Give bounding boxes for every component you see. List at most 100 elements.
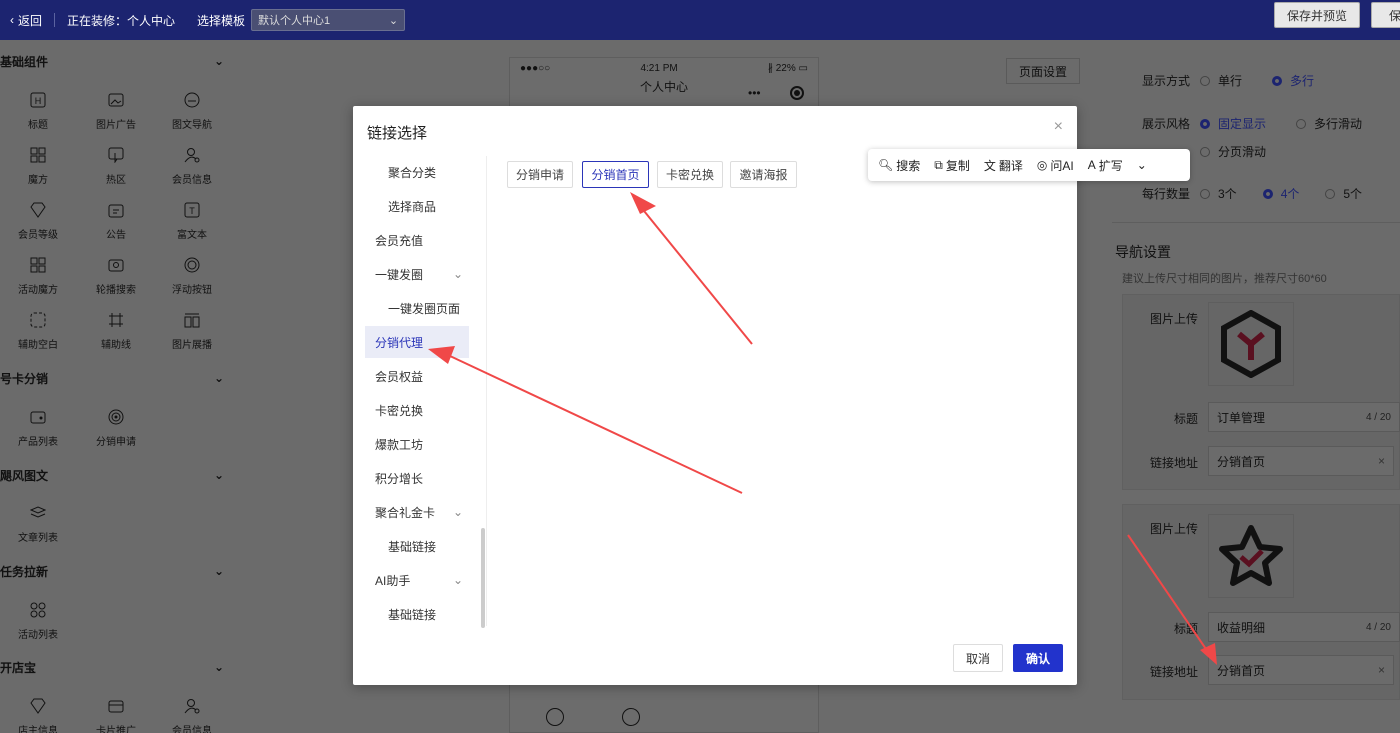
component-shopkeeper-info[interactable]: 店主信息 <box>8 696 68 733</box>
per-row-5-radio[interactable] <box>1325 188 1336 199</box>
display-style-multi-slide-radio[interactable] <box>1296 118 1307 129</box>
link-category-item[interactable]: 选择商品 <box>365 190 469 222</box>
link-category-item[interactable]: 一键发圈页面 <box>365 292 469 324</box>
section-task-growth[interactable]: 任务拉新 ⌄ <box>0 561 238 581</box>
confirm-button[interactable]: 确认 <box>1013 644 1063 672</box>
dialog-title: 链接选择 <box>367 125 428 142</box>
clear-icon[interactable]: × <box>1378 663 1385 677</box>
display-style-page-slide-radio[interactable] <box>1200 146 1210 157</box>
component-image-ad[interactable]: 图片广告 <box>86 90 146 140</box>
link-category-item[interactable]: 积分增长 <box>365 462 469 494</box>
link-input[interactable]: 分销首页 × <box>1208 446 1394 476</box>
component-member-level[interactable]: 会员等级 <box>8 200 68 250</box>
showcase-icon <box>182 310 202 330</box>
tag-distribution-home[interactable]: 分销首页 <box>582 161 649 188</box>
section-basic-components[interactable]: 基础组件 ⌄ <box>0 51 238 71</box>
more-dots-icon[interactable]: ••• <box>748 86 761 100</box>
per-row-4-radio[interactable] <box>1262 188 1273 199</box>
chevron-down-icon: ⌄ <box>452 267 463 281</box>
tag-invite-poster[interactable]: 邀请海报 <box>730 161 797 188</box>
back-button[interactable]: ‹ 返回 <box>10 12 42 29</box>
layers-icon <box>28 503 48 523</box>
title-input[interactable]: 收益明细 4 / 20 <box>1208 612 1400 642</box>
link-category-item[interactable]: 分销代理 <box>365 326 469 358</box>
translate-icon: 文 <box>983 158 996 173</box>
phone-page-title: 个人中心 <box>639 80 688 94</box>
component-member-info-2[interactable]: 会员信息 <box>162 696 222 733</box>
grid-icon <box>28 145 48 165</box>
link-select-dialog: 链接选择 × 聚合分类 选择商品 会员充值 一键发圈 ⌄ 一键发圈页面 分销代理 会员权益 卡密… <box>353 106 1077 685</box>
display-style-fixed-radio[interactable] <box>1200 118 1210 129</box>
component-card-promotion[interactable]: 卡片推广 <box>86 696 146 733</box>
display-mode-single-radio[interactable] <box>1200 75 1210 86</box>
link-category-item[interactable]: AI助手 ⌄ <box>365 564 469 596</box>
section-hurricane-articles[interactable]: 飓风图文 ⌄ <box>0 465 238 485</box>
component-hotspot[interactable]: 热区 <box>86 145 146 195</box>
component-image-showcase[interactable]: 图片展播 <box>162 310 222 360</box>
section-card-distribution[interactable]: 号卡分销 ⌄ <box>0 368 238 388</box>
component-guide-line[interactable]: 辅助线 <box>86 310 146 360</box>
card-icon <box>106 696 126 716</box>
record-icon[interactable] <box>790 86 804 100</box>
save-button[interactable]: 保存 <box>1371 2 1400 28</box>
toolbar-more-dropdown[interactable]: ⌄ <box>1137 158 1147 172</box>
component-notice[interactable]: 公告 <box>86 200 146 250</box>
component-blank[interactable]: 辅助空白 <box>8 310 68 360</box>
component-activity-cube[interactable]: 活动魔方 <box>8 255 68 305</box>
link-category-item[interactable]: 一键发圈 ⌄ <box>365 258 469 290</box>
tag-card-redeem[interactable]: 卡密兑换 <box>657 161 723 188</box>
link-category-item[interactable]: 会员权益 <box>365 360 469 392</box>
section-shop-treasure[interactable]: 开店宝 ⌄ <box>0 657 238 677</box>
link-category-item[interactable]: 爆款工坊 <box>365 428 469 460</box>
phone-status-bar: ●●●○○ 4:21 PM ∦ 22% ▭ <box>510 58 818 78</box>
chevron-down-icon: ⌄ <box>452 505 463 519</box>
link-category-item[interactable]: 会员充值 <box>365 224 469 256</box>
phone-battery: ∦ 22% ▭ <box>767 62 808 74</box>
nav-settings-title: 导航设置 <box>1115 244 1171 260</box>
component-rich-text[interactable]: T 富文本 <box>162 200 222 250</box>
svg-text:T: T <box>189 206 195 216</box>
component-carousel-search[interactable]: 轮播搜索 <box>86 255 146 305</box>
toolbar-expand-button[interactable]: A 扩写 <box>1088 157 1123 174</box>
uploaded-image-order[interactable] <box>1208 302 1294 386</box>
link-category-item[interactable]: 卡密兑换 <box>365 394 469 426</box>
link-category-item[interactable]: 聚合分类 <box>365 156 469 188</box>
blank-icon <box>28 310 48 330</box>
component-activity-list[interactable]: 活动列表 <box>8 600 68 650</box>
toolbar-translate-button[interactable]: 文翻译 <box>984 157 1023 174</box>
close-icon[interactable]: × <box>1054 118 1063 136</box>
svg-text:H: H <box>35 96 42 106</box>
image-upload-label: 图片上传 <box>1150 522 1199 536</box>
clear-icon[interactable]: × <box>1378 454 1385 468</box>
battery-icon: ▭ <box>795 62 808 74</box>
link-label: 链接地址 <box>1150 456 1199 470</box>
component-float-button[interactable]: 浮动按钮 <box>162 255 222 305</box>
template-select[interactable]: 默认个人中心1 ⌄ <box>251 9 406 31</box>
hotspot-icon <box>106 145 126 165</box>
component-title[interactable]: H 标题 <box>8 90 68 140</box>
page-settings-button[interactable]: 页面设置 <box>1006 58 1080 84</box>
tag-distribution-apply[interactable]: 分销申请 <box>507 161 573 188</box>
per-row-3-radio[interactable] <box>1200 188 1210 199</box>
toolbar-copy-button[interactable]: ⧉ 复制 <box>934 157 970 174</box>
toolbar-search-button[interactable]: 🔍︎ 搜索 <box>878 157 920 174</box>
title-input[interactable]: 订单管理 4 / 20 <box>1208 402 1400 432</box>
component-distribution-apply[interactable]: 分销申请 <box>86 407 146 457</box>
cancel-button[interactable]: 取消 <box>953 644 1003 672</box>
toolbar-ask-ai-button[interactable]: ◎ 问AI <box>1037 157 1074 174</box>
component-member-info[interactable]: 会员信息 <box>162 145 222 195</box>
link-category-item[interactable]: 基础链接 <box>365 598 469 630</box>
component-image-nav[interactable]: 图文导航 <box>162 90 222 140</box>
component-product-list[interactable]: 产品列表 <box>8 407 68 457</box>
link-input[interactable]: 分销首页 × <box>1208 655 1394 685</box>
uploaded-image-earnings[interactable] <box>1208 514 1294 598</box>
category-scrollbar[interactable] <box>481 528 485 628</box>
save-preview-button[interactable]: 保存并预览 <box>1274 2 1360 28</box>
component-cube[interactable]: 魔方 <box>8 145 68 195</box>
display-mode-multi-radio[interactable] <box>1272 75 1283 86</box>
link-category-item[interactable]: 基础链接 <box>365 530 469 562</box>
user-icon <box>182 696 202 716</box>
link-category-item[interactable]: 聚合礼金卡 ⌄ <box>365 496 469 528</box>
component-article-list[interactable]: 文章列表 <box>8 503 68 553</box>
grid-icon <box>28 255 48 275</box>
